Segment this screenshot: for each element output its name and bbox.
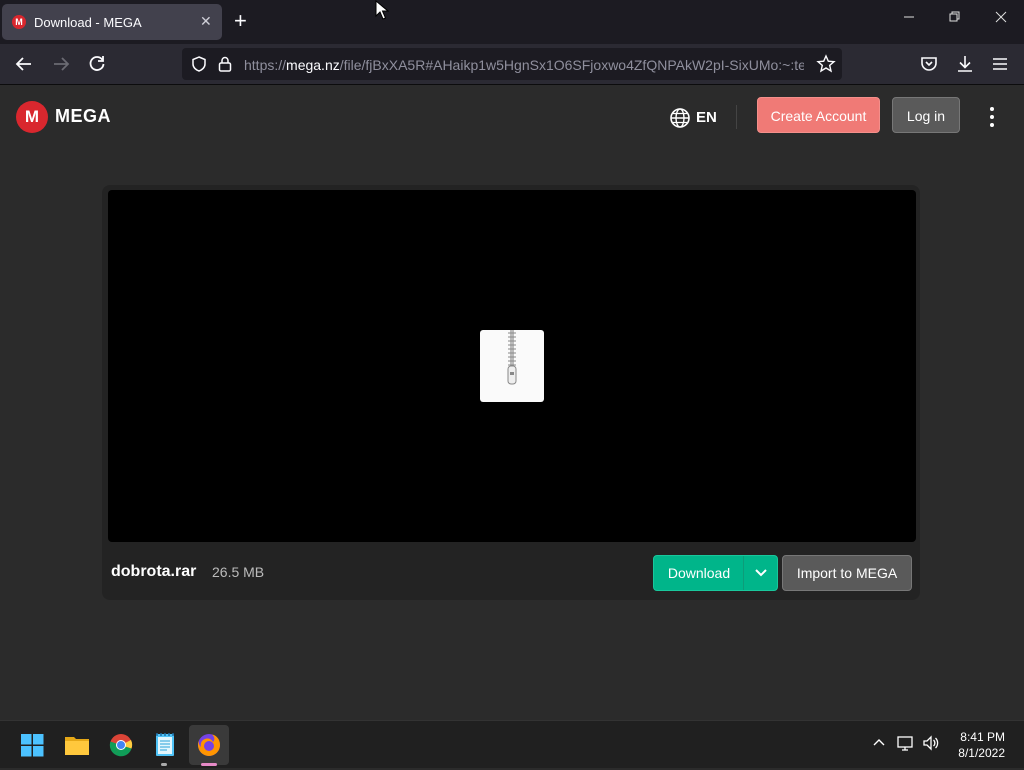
mega-page: M MEGA EN Create Account Log in dobrota.…: [0, 85, 1024, 720]
address-bar[interactable]: https://mega.nz/file/fjBxXA5R#AHaikp1w5H…: [182, 48, 842, 80]
restore-icon[interactable]: [949, 10, 961, 27]
url-text: https://mega.nz/file/fjBxXA5R#AHaikp1w5H…: [244, 57, 804, 73]
lock-icon[interactable]: [217, 55, 233, 78]
menu-icon[interactable]: [991, 54, 1009, 78]
chevron-up-icon[interactable]: [872, 735, 886, 753]
firefox-active-indicator: [201, 763, 217, 766]
clock-time[interactable]: 8:41 PM: [958, 730, 1005, 744]
archive-file-icon: [480, 330, 544, 402]
file-card: dobrota.rar 26.5 MB Download Import to M…: [102, 185, 920, 600]
mega-brand-name[interactable]: MEGA: [55, 106, 111, 127]
globe-icon: [669, 107, 691, 134]
more-options-icon[interactable]: [982, 105, 1002, 129]
login-button[interactable]: Log in: [892, 97, 960, 133]
back-icon[interactable]: [14, 54, 34, 78]
mega-logo-icon[interactable]: M: [16, 101, 48, 133]
file-name: dobrota.rar: [111, 563, 197, 580]
file-explorer-icon[interactable]: [57, 725, 97, 765]
create-account-button[interactable]: Create Account: [757, 97, 880, 133]
volume-icon[interactable]: [922, 735, 940, 755]
firefox-icon[interactable]: [189, 725, 229, 765]
tab-bar: M Download - MEGA ✕ +: [0, 0, 1024, 44]
downloads-icon[interactable]: [955, 54, 975, 78]
language-label: EN: [696, 109, 717, 126]
download-button[interactable]: Download: [653, 555, 778, 591]
shield-icon[interactable]: [190, 55, 208, 78]
language-selector[interactable]: EN: [669, 106, 729, 130]
tab-close-icon[interactable]: ✕: [200, 13, 212, 30]
network-icon[interactable]: [897, 735, 915, 755]
import-to-mega-button[interactable]: Import to MEGA: [782, 555, 912, 591]
clock-date[interactable]: 8/1/2022: [950, 746, 1005, 760]
file-preview: [108, 190, 916, 542]
new-tab-icon[interactable]: +: [234, 10, 247, 32]
file-size: 26.5 MB: [212, 564, 265, 580]
navigation-bar: https://mega.nz/file/fjBxXA5R#AHaikp1w5H…: [0, 44, 1024, 85]
windows-start-icon[interactable]: [12, 725, 52, 765]
header-divider: [736, 105, 737, 129]
url-host: mega.nz: [286, 57, 340, 73]
forward-icon[interactable]: [51, 54, 71, 78]
reload-icon[interactable]: [87, 54, 107, 78]
tab-mega-download[interactable]: M Download - MEGA ✕: [2, 4, 222, 40]
url-prefix: https://: [244, 57, 287, 73]
bookmark-star-icon[interactable]: [816, 54, 836, 79]
url-path: /file/fjBxXA5R#AHaikp1w5HgnSx1O6SFjoxwo4…: [339, 57, 804, 73]
taskbar: 8:41 PM 8/1/2022: [0, 720, 1024, 768]
notepad-running-indicator: [161, 763, 167, 766]
download-label[interactable]: Download: [654, 556, 744, 590]
mega-favicon-icon: M: [12, 15, 26, 29]
tab-title: Download - MEGA: [34, 15, 142, 30]
notepad-icon[interactable]: [145, 725, 185, 765]
close-window-icon[interactable]: [995, 10, 1007, 27]
mouse-cursor-icon: [375, 0, 390, 25]
chrome-icon[interactable]: [101, 725, 141, 765]
pocket-icon[interactable]: [919, 54, 939, 78]
chevron-down-icon[interactable]: [744, 556, 778, 590]
minimize-icon[interactable]: [903, 10, 915, 27]
